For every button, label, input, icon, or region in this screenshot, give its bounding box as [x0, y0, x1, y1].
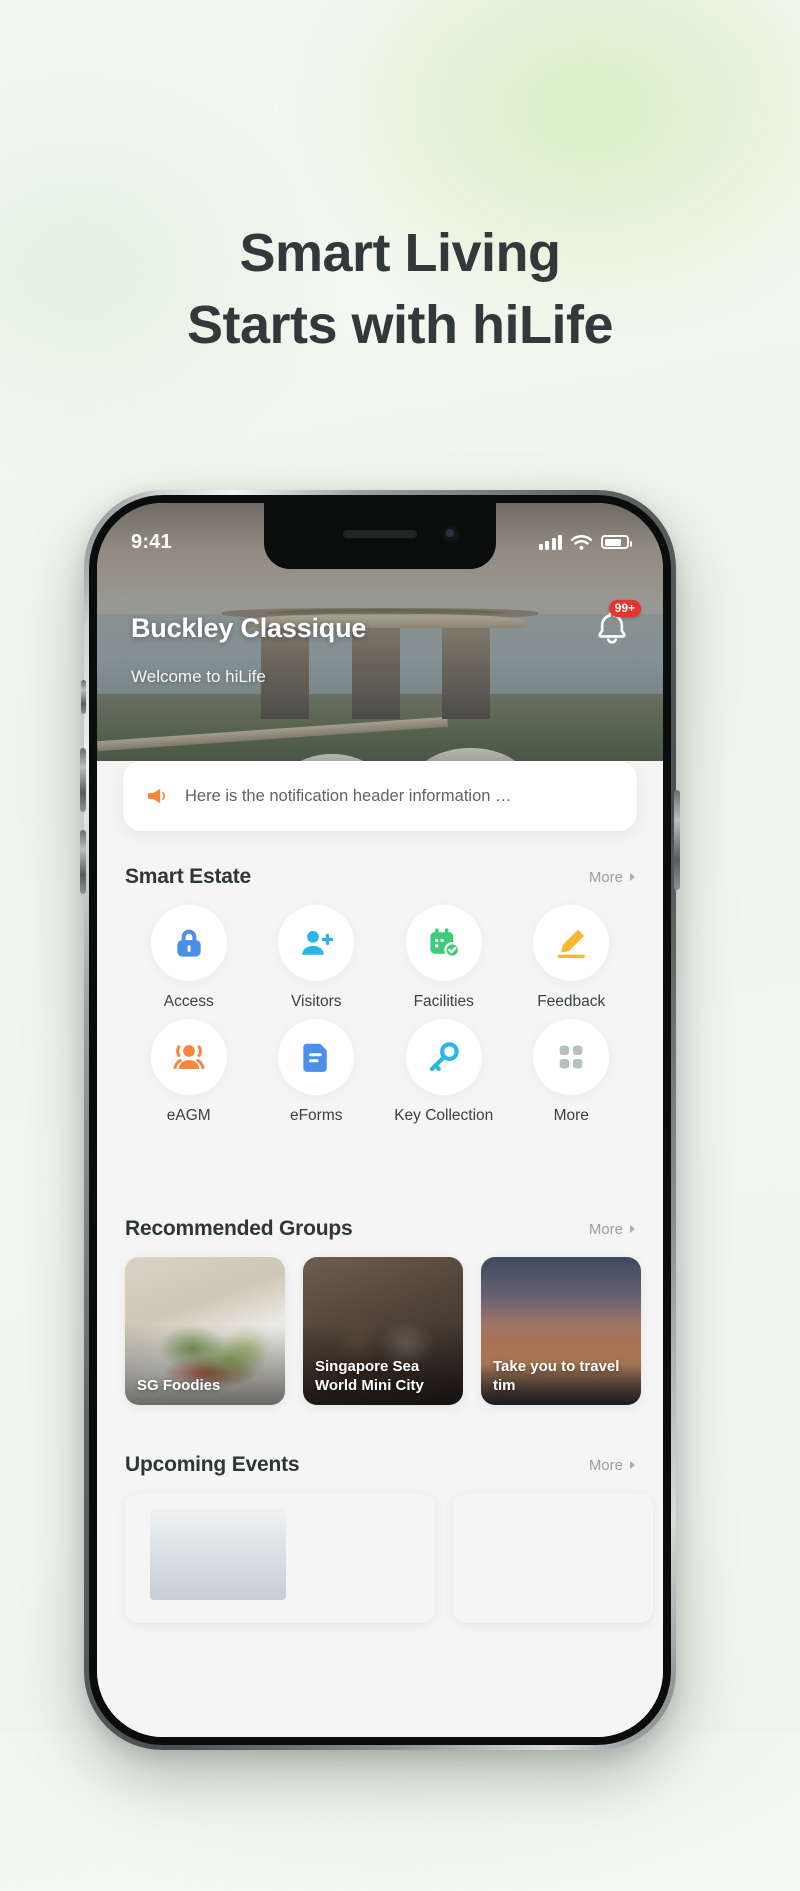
- smart-estate-header: Smart Estate More: [125, 865, 635, 889]
- chevron-right-icon: [630, 873, 635, 881]
- tile-eforms[interactable]: eForms: [253, 1019, 381, 1125]
- chevron-right-icon: [630, 1225, 635, 1233]
- people-group-icon: [173, 1045, 205, 1070]
- tile-more[interactable]: More: [508, 1019, 636, 1125]
- tile-key-collection-icon-bg: [405, 1019, 482, 1095]
- tile-more-label: More: [553, 1107, 589, 1124]
- group-card-title: SG Foodies: [137, 1376, 221, 1394]
- smart-estate-more-button[interactable]: More: [589, 869, 635, 886]
- tile-facilities-icon-bg: [405, 905, 482, 981]
- tile-access-icon-bg: [150, 905, 227, 981]
- battery-icon: [601, 535, 632, 549]
- tile-feedback[interactable]: Feedback: [508, 905, 636, 1011]
- grid-dots-icon: [559, 1045, 583, 1069]
- upcoming-events-more-button[interactable]: More: [589, 1457, 635, 1474]
- silent-switch[interactable]: [81, 680, 86, 714]
- volume-down-button[interactable]: [80, 830, 86, 894]
- group-card[interactable]: Take you to travel tim: [481, 1257, 641, 1405]
- tile-key-collection[interactable]: Key Collection: [380, 1019, 508, 1125]
- earpiece-speaker: [343, 530, 417, 538]
- tile-more-icon-bg: [533, 1019, 610, 1095]
- group-card[interactable]: SG Foodies: [125, 1257, 285, 1405]
- upcoming-events-header: Upcoming Events More: [125, 1453, 635, 1477]
- upcoming-events-more-label: More: [588, 1456, 623, 1474]
- recommended-groups-more-label: More: [588, 1220, 623, 1238]
- notification-banner[interactable]: Here is the notification header informat…: [123, 761, 637, 831]
- megaphone-icon: [147, 788, 165, 804]
- tile-access[interactable]: Access: [125, 905, 253, 1011]
- status-time: 9:41: [131, 530, 172, 553]
- upcoming-events-carousel[interactable]: [125, 1493, 635, 1623]
- wifi-icon: [570, 534, 593, 550]
- tile-key-collection-label: Key Collection: [394, 1107, 494, 1124]
- key-icon: [429, 1042, 459, 1072]
- lock-icon: [177, 929, 201, 957]
- chevron-right-icon: [630, 1461, 635, 1469]
- status-icons: [538, 522, 632, 551]
- estate-name: Buckley Classique: [131, 613, 367, 643]
- tile-eagm-label: eAGM: [166, 1107, 211, 1124]
- headline-line-1: Smart Living: [239, 223, 561, 283]
- headline-line-2: Starts with hiLife: [186, 294, 614, 355]
- person-add-icon: [302, 930, 334, 955]
- notification-bell-button[interactable]: 99+: [591, 600, 641, 649]
- group-card[interactable]: Singapore Sea World Mini City: [303, 1257, 463, 1405]
- app-content: Here is the notification header informat…: [97, 761, 663, 1737]
- smart-estate-more-label: More: [588, 868, 623, 886]
- tile-visitors-icon-bg: [278, 905, 355, 981]
- notification-count-badge: 99+: [608, 600, 641, 618]
- group-card-title: Take you to travel tim: [493, 1357, 620, 1394]
- group-card-title: Singapore Sea World Mini City: [315, 1357, 424, 1394]
- tile-access-label: Access: [163, 993, 214, 1010]
- notification-text: Here is the notification header informat…: [185, 786, 512, 805]
- event-card[interactable]: [125, 1493, 435, 1623]
- document-icon: [303, 1043, 328, 1072]
- tile-facilities[interactable]: Facilities: [380, 905, 508, 1011]
- pencil-icon: [557, 929, 586, 958]
- recommended-groups-header: Recommended Groups More: [125, 1217, 635, 1241]
- tile-feedback-label: Feedback: [537, 993, 606, 1010]
- smart-estate-section: Smart Estate More Access Visitors Facili…: [97, 865, 663, 1125]
- power-button[interactable]: [674, 790, 680, 890]
- smart-estate-grid: Access Visitors Facilities Feedback eAGM…: [125, 905, 635, 1125]
- front-camera-icon: [442, 525, 460, 543]
- calendar-check-icon: [430, 928, 460, 958]
- event-card[interactable]: [453, 1493, 653, 1623]
- recommended-groups-more-button[interactable]: More: [589, 1221, 635, 1238]
- phone-screen: Buckley Classique Welcome to hiLife 99+ …: [97, 503, 663, 1737]
- tile-eagm-icon-bg: [150, 1019, 227, 1095]
- phone-notch: [264, 503, 496, 569]
- upcoming-events-section: Upcoming Events More: [97, 1453, 663, 1623]
- tile-eforms-icon-bg: [278, 1019, 355, 1095]
- tile-feedback-icon-bg: [533, 905, 610, 981]
- tile-eagm[interactable]: eAGM: [125, 1019, 253, 1125]
- tile-facilities-label: Facilities: [413, 993, 474, 1010]
- recommended-groups-title: Recommended Groups: [125, 1217, 353, 1240]
- volume-up-button[interactable]: [80, 748, 86, 812]
- tile-visitors-label: Visitors: [290, 993, 342, 1010]
- smart-estate-title: Smart Estate: [125, 865, 251, 888]
- welcome-text: Welcome to hiLife: [131, 667, 266, 686]
- phone-mockup: Buckley Classique Welcome to hiLife 99+ …: [80, 490, 680, 1750]
- marketing-headline: Smart Living Starts with hiLife: [0, 218, 800, 362]
- upcoming-events-title: Upcoming Events: [125, 1453, 300, 1476]
- recommended-groups-carousel[interactable]: SG Foodies Singapore Sea World Mini City…: [125, 1257, 641, 1405]
- recommended-groups-section: Recommended Groups More SG Foodies Singa…: [97, 1217, 663, 1405]
- tile-visitors[interactable]: Visitors: [253, 905, 381, 1011]
- tile-eforms-label: eForms: [289, 1107, 343, 1124]
- cellular-signal-icon: [538, 534, 562, 550]
